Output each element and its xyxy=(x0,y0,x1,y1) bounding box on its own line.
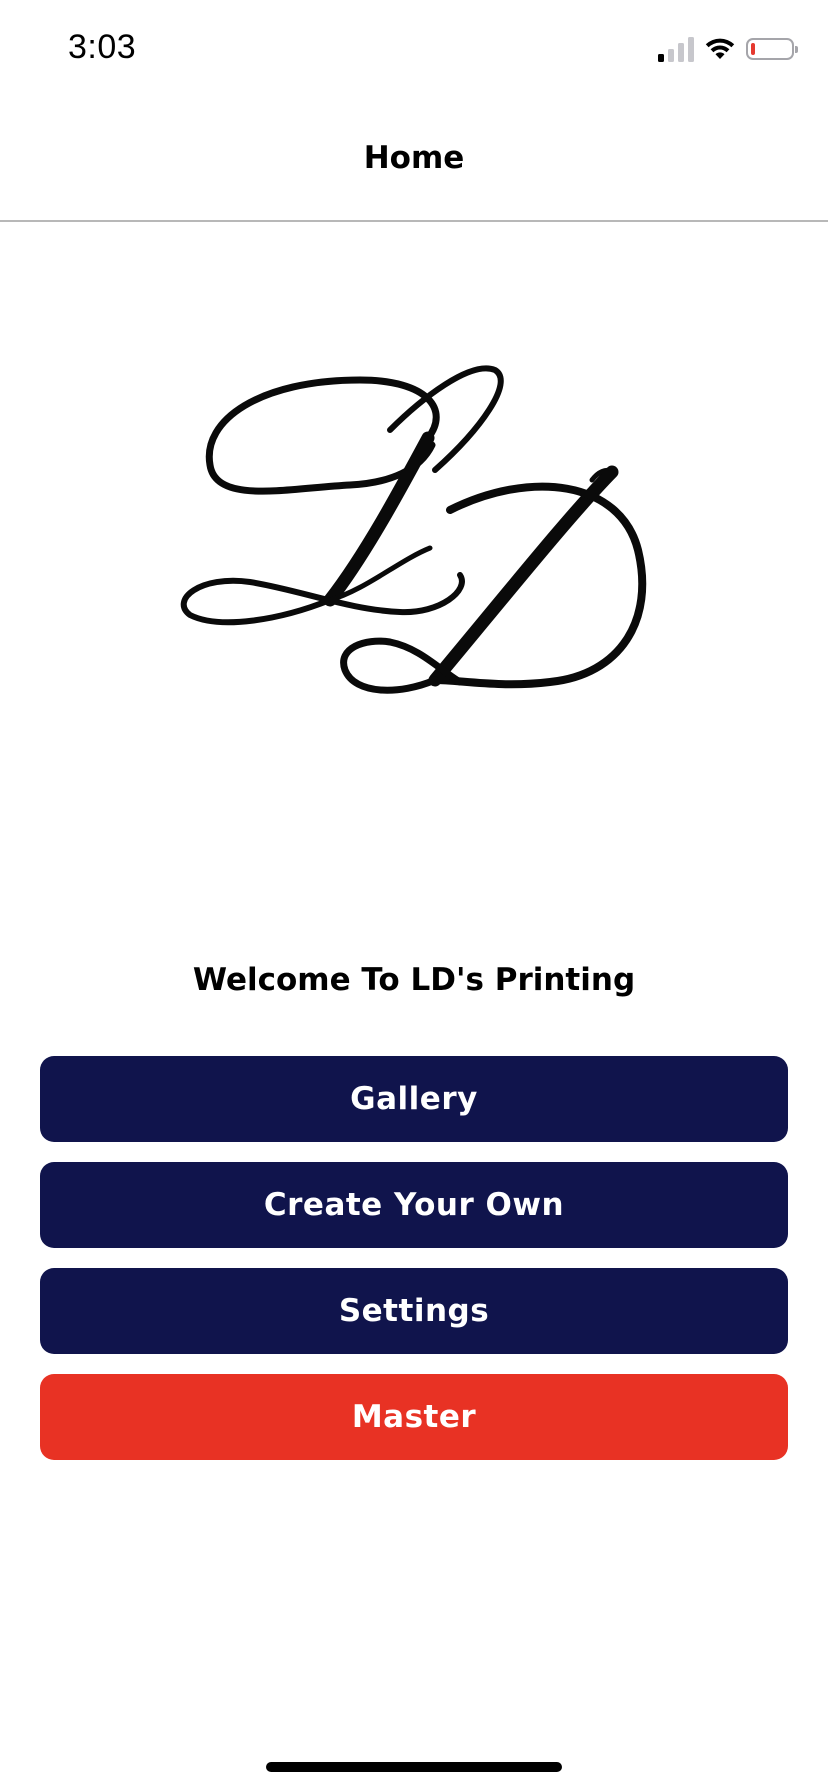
battery-level-fill xyxy=(751,43,755,55)
create-your-own-button[interactable]: Create Your Own xyxy=(40,1162,788,1248)
status-time: 3:03 xyxy=(68,28,137,66)
navigation-bar: Home xyxy=(0,100,828,222)
battery-icon xyxy=(746,38,798,60)
master-button[interactable]: Master xyxy=(40,1374,788,1460)
page-title: Home xyxy=(363,140,465,176)
ld-monogram-logo xyxy=(150,320,690,760)
cellular-signal-icon xyxy=(658,36,694,62)
status-icons xyxy=(658,34,798,64)
settings-button[interactable]: Settings xyxy=(40,1268,788,1354)
wifi-icon xyxy=(704,37,736,61)
status-bar: 3:03 xyxy=(0,0,828,100)
welcome-heading: Welcome To LD's Printing xyxy=(192,962,636,998)
gallery-button[interactable]: Gallery xyxy=(40,1056,788,1142)
home-indicator[interactable] xyxy=(266,1762,562,1772)
